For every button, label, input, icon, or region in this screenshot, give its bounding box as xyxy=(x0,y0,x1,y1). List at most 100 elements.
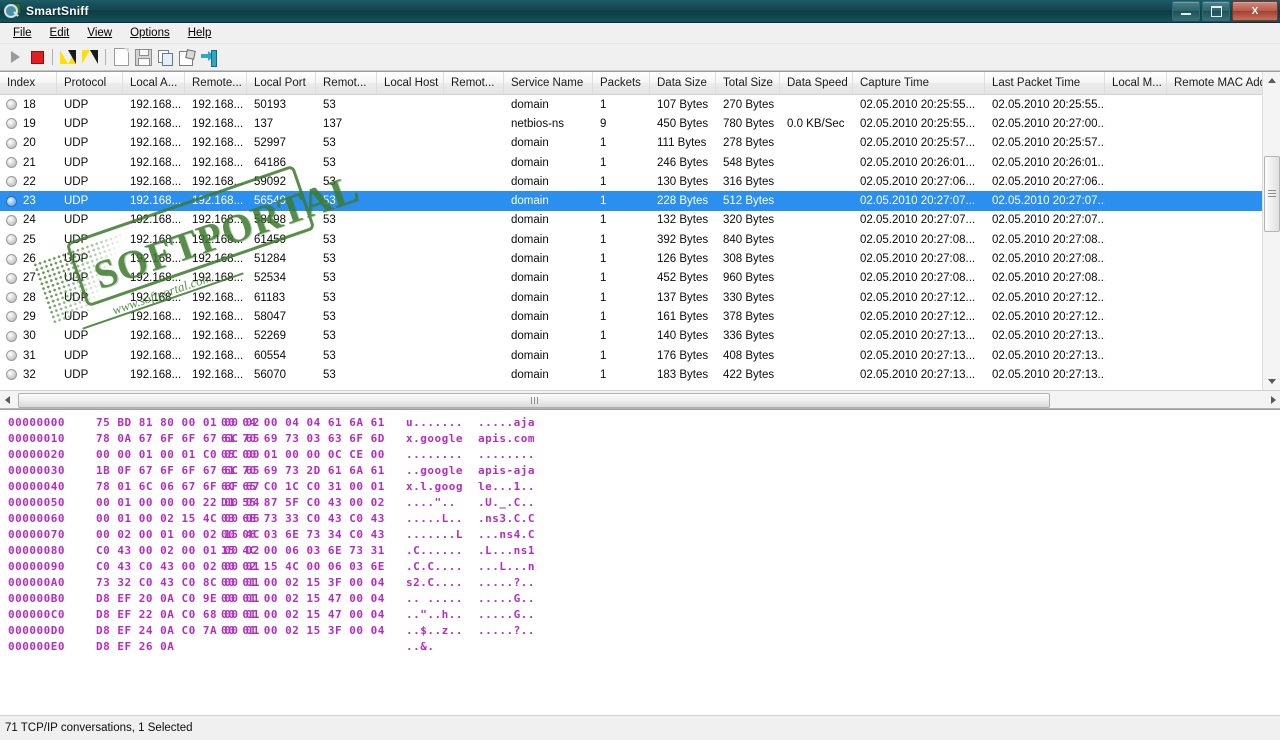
new-file-button[interactable] xyxy=(110,46,132,68)
cell-capture-time: 02.05.2010 20:27:13... xyxy=(853,369,985,381)
start-capture-button[interactable] xyxy=(4,46,26,68)
table-row[interactable]: 23 UDP 192.168... 192.168... 56549 53 domain 1 2… xyxy=(0,191,1280,211)
hex-dump-panel[interactable]: 00000000 75 BD 81 80 00 01 00 02 00 04 00 … xyxy=(0,409,1280,715)
grid-column-header[interactable]: Local Port xyxy=(247,72,316,94)
cell-total-size: 780 Bytes xyxy=(716,118,780,130)
scroll-down-button[interactable] xyxy=(1263,373,1280,390)
table-row[interactable]: 26 UDP 192.168... 192.168... 51284 53 domain 1 1… xyxy=(0,249,1280,268)
table-row[interactable]: 24 UDP 192.168... 192.168... 58198 53 domain 1 1… xyxy=(0,211,1280,230)
cell-text: 192.168... xyxy=(130,253,182,266)
menu-help[interactable]: Help xyxy=(179,25,221,41)
cell-total-size: 270 Bytes xyxy=(716,99,780,111)
hex-dump-line: 000000C0 D8 EF 22 0A C0 68 00 01 00 01 00 … xyxy=(8,608,1280,624)
cell-text: 132 Bytes xyxy=(657,214,709,227)
grid-column-header[interactable]: Packets xyxy=(593,72,650,94)
move-up-button[interactable] xyxy=(79,46,101,68)
cell-remote-port: 53 xyxy=(316,350,377,362)
grid-column-header[interactable]: Data Size xyxy=(650,72,716,94)
menu-edit[interactable]: Edit xyxy=(41,25,79,41)
cell-local-port: 64186 xyxy=(247,157,316,169)
smartsniff-window: SmartSniff X File Edit View Options Help… xyxy=(0,0,1280,740)
grid-horizontal-scrollbar[interactable] xyxy=(0,390,1280,409)
table-row[interactable]: 31 UDP 192.168... 192.168... 60554 53 domain 1 1… xyxy=(0,346,1280,365)
cell-local-port: 61459 xyxy=(247,234,316,246)
stop-capture-button[interactable] xyxy=(26,46,48,68)
scroll-right-button[interactable] xyxy=(1266,395,1280,404)
menu-options[interactable]: Options xyxy=(121,25,179,41)
menu-view[interactable]: View xyxy=(78,25,121,41)
grid-column-header[interactable]: Protocol xyxy=(57,72,123,94)
table-row[interactable]: 19 UDP 192.168... 192.168... 137 137 netbios-n… xyxy=(0,114,1280,133)
properties-button[interactable] xyxy=(176,46,198,68)
cell-text: 23 xyxy=(23,195,36,208)
cell-service-name: domain xyxy=(504,157,593,169)
cell-text: 192.168... xyxy=(130,272,182,285)
table-row[interactable]: 18 UDP 192.168... 192.168... 50193 53 domain 1 1… xyxy=(0,95,1280,114)
grid-column-header[interactable]: Remot... xyxy=(316,72,377,94)
cell-remote-port: 53 xyxy=(316,272,377,284)
grid-column-header[interactable]: Local M... xyxy=(1105,72,1167,94)
grid-column-header[interactable]: Remot... xyxy=(444,72,504,94)
grid-column-header[interactable]: Service Name xyxy=(504,72,593,94)
hex-bytes-b: 15 4C 00 06 03 6E 73 31 xyxy=(221,544,385,557)
vertical-scroll-thumb[interactable] xyxy=(1264,156,1280,232)
maximize-button[interactable] xyxy=(1202,1,1230,21)
table-row[interactable]: 30 UDP 192.168... 192.168... 52269 53 domain 1 1… xyxy=(0,327,1280,346)
cell-data-speed: 0.0 KB/Sec xyxy=(780,118,853,130)
move-down-button[interactable] xyxy=(57,46,79,68)
grid-column-header[interactable]: Remote... xyxy=(185,72,247,94)
grid-column-header-label: Last Packet Time xyxy=(992,77,1081,89)
stop-icon xyxy=(30,50,44,64)
cell-text: 22 xyxy=(23,175,36,188)
exit-button[interactable] xyxy=(198,46,220,68)
cell-text: UDP xyxy=(64,253,89,266)
menu-file[interactable]: File xyxy=(4,25,41,41)
cell-total-size: 320 Bytes xyxy=(716,214,780,226)
cell-text: 02.05.2010 20:27:07... xyxy=(992,195,1105,208)
cell-text: 53 xyxy=(323,253,336,266)
cell-local-port: 59092 xyxy=(247,176,316,188)
cell-protocol: UDP xyxy=(57,234,123,246)
table-row[interactable]: 20 UDP 192.168... 192.168... 52997 53 domain 1 1… xyxy=(0,134,1280,153)
grid-column-header[interactable]: Remote MAC Add xyxy=(1167,72,1277,94)
cell-text: 30 xyxy=(23,330,36,343)
hex-bytes-b: 00 04 00 04 04 61 6A 61 xyxy=(221,416,385,429)
cell-packets: 1 xyxy=(593,157,650,169)
copy-button[interactable] xyxy=(154,46,176,68)
grid-vertical-scrollbar[interactable] xyxy=(1262,72,1280,390)
table-row[interactable]: 28 UDP 192.168... 192.168... 61183 53 domain 1 1… xyxy=(0,288,1280,307)
horizontal-scroll-thumb[interactable] xyxy=(18,393,1050,408)
connections-grid: Index Protocol Local A... Remote... Local Po… xyxy=(0,71,1280,390)
table-row[interactable]: 25 UDP 192.168... 192.168... 61459 53 domain 1 3… xyxy=(0,230,1280,249)
cell-packets: 1 xyxy=(593,214,650,226)
cell-text: domain xyxy=(511,195,549,208)
table-row[interactable]: 22 UDP 192.168... 192.168... 59092 53 domain 1 1… xyxy=(0,172,1280,191)
table-row[interactable]: 32 UDP 192.168... 192.168... 56070 53 domain 1 1… xyxy=(0,365,1280,384)
hex-bytes-b: D1 55 87 5F C0 43 00 02 xyxy=(221,496,385,509)
grid-column-header[interactable]: Index xyxy=(0,72,57,94)
save-button[interactable] xyxy=(132,46,154,68)
scroll-left-button[interactable] xyxy=(0,395,14,404)
cell-text: 392 Bytes xyxy=(657,233,709,246)
grid-column-header[interactable]: Capture Time xyxy=(853,72,985,94)
cell-text: 192.168... xyxy=(192,195,244,208)
table-row[interactable]: 29 UDP 192.168... 192.168... 58047 53 domain 1 1… xyxy=(0,307,1280,326)
grid-column-header[interactable]: Data Speed xyxy=(780,72,853,94)
minimize-button[interactable] xyxy=(1172,1,1200,21)
hex-bytes-a: 00 01 00 02 15 4C 00 06 xyxy=(96,512,260,525)
cell-text: domain xyxy=(511,137,549,150)
cell-remote-port: 53 xyxy=(316,330,377,342)
grid-column-header-label: Remot... xyxy=(323,77,367,89)
scroll-up-button[interactable] xyxy=(1263,72,1280,89)
table-row[interactable]: 27 UDP 192.168... 192.168... 52534 53 domain 1 4… xyxy=(0,269,1280,288)
hex-ascii-a: .. ..... xyxy=(406,592,463,605)
close-button[interactable]: X xyxy=(1232,1,1278,21)
grid-column-header[interactable]: Local A... xyxy=(123,72,185,94)
grid-column-header-label: Remote MAC Add xyxy=(1174,77,1267,89)
cell-text: 26 xyxy=(23,253,36,266)
table-row[interactable]: 21 UDP 192.168... 192.168... 64186 53 domain 1 2… xyxy=(0,153,1280,172)
grid-column-header[interactable]: Total Size xyxy=(716,72,780,94)
grid-column-header[interactable]: Last Packet Time xyxy=(985,72,1105,94)
cell-local-address: 192.168... xyxy=(123,137,185,149)
grid-column-header[interactable]: Local Host xyxy=(377,72,444,94)
